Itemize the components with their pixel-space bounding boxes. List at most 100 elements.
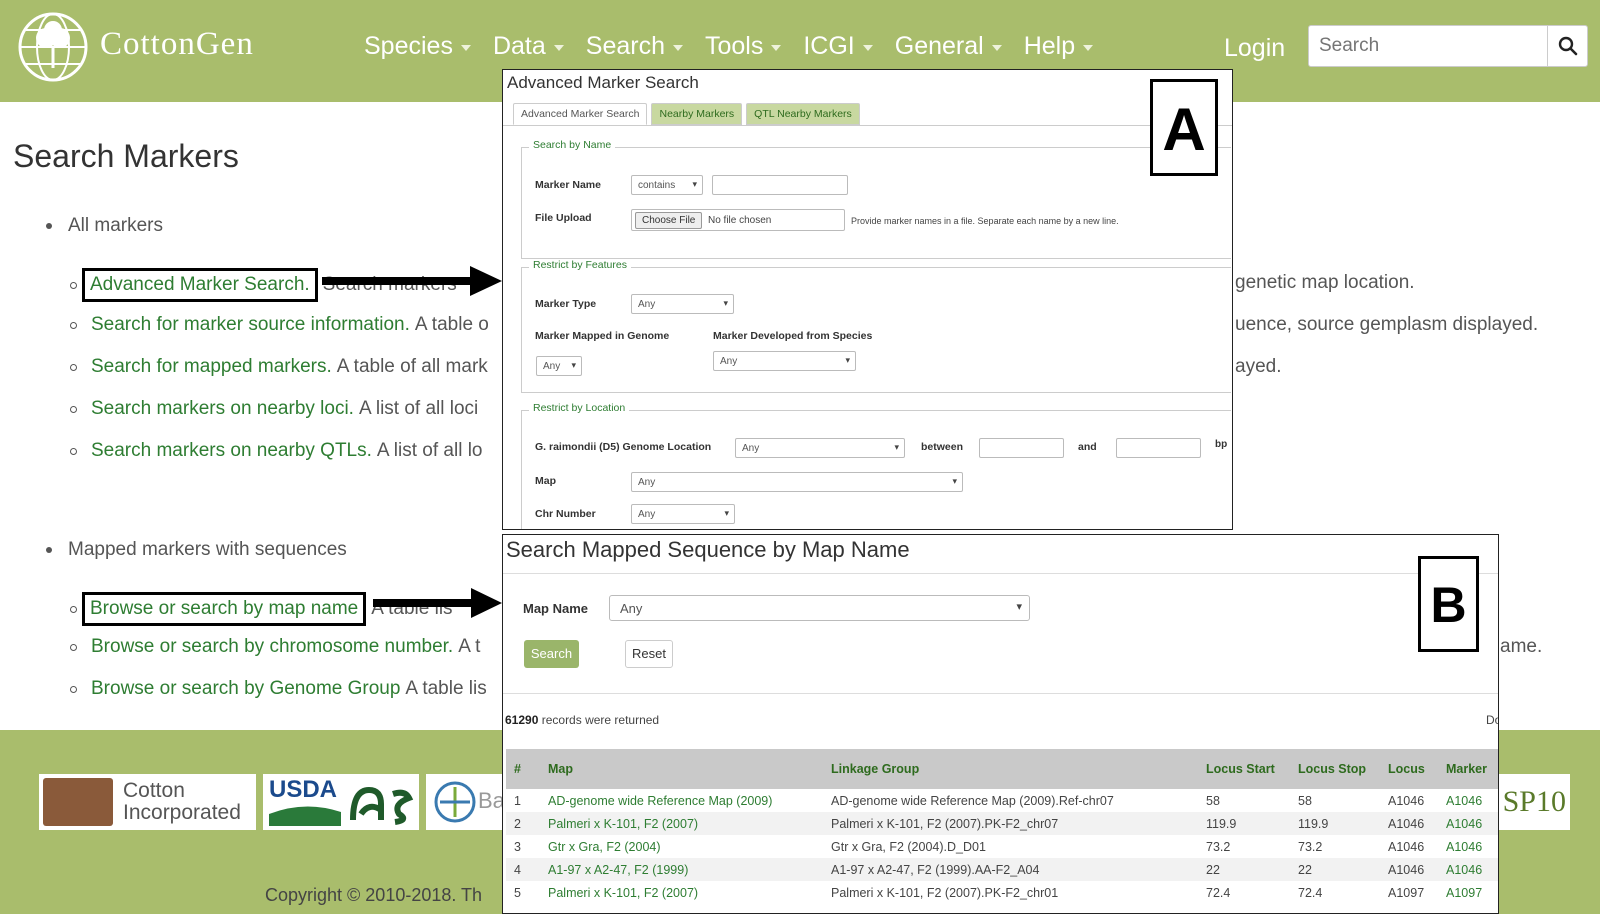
location-end-input[interactable] (1116, 438, 1201, 458)
map-select[interactable]: Any (631, 472, 963, 492)
brand-name[interactable]: CottonGen (100, 26, 254, 63)
col-map[interactable]: Map (540, 749, 823, 789)
caret-down-icon (991, 45, 1002, 51)
list-item: Browse or search by chromosome number. A… (70, 636, 480, 658)
circle-bullet-icon (70, 685, 77, 693)
map-link[interactable]: Gtr x Gra, F2 (2004) (540, 835, 823, 858)
nav-general[interactable]: General (895, 32, 1002, 61)
record-count: 61290 records were returned (505, 713, 660, 727)
developed-species-select[interactable]: Any (713, 351, 856, 371)
cotton-boll-icon (43, 778, 113, 826)
table-header-row: # Map Linkage Group Locus Start Locus St… (506, 749, 1498, 789)
mapped-genome-select[interactable]: Any (536, 356, 582, 376)
main-nav: Species Data Search Tools ICGI General H… (364, 32, 1115, 61)
circle-bullet-icon (70, 643, 77, 651)
nav-species[interactable]: Species (364, 32, 471, 61)
magnifier-icon (1558, 36, 1577, 56)
browse-by-genome-group-link[interactable]: Browse or search by Genome Group (91, 678, 400, 700)
circle-bullet-icon (70, 447, 77, 455)
nav-help[interactable]: Help (1024, 32, 1094, 61)
table-row: 5 Palmeri x K-101, F2 (2007) Palmeri x K… (506, 881, 1498, 904)
browse-by-chromosome-link[interactable]: Browse or search by chromosome number. (91, 636, 453, 658)
desc-fragment: genetic map location. (1235, 272, 1415, 293)
tab-qtl-nearby-markers[interactable]: QTL Nearby Markers (746, 103, 860, 125)
browse-by-map-name-link[interactable]: Browse or search by map name (82, 592, 367, 626)
map-link[interactable]: Palmeri x K-101, F2 (2007) (540, 812, 823, 835)
usda-ars-logo[interactable]: USDA (263, 774, 419, 830)
login-link[interactable]: Login (1224, 34, 1285, 63)
marker-link[interactable]: A1046 (1438, 789, 1498, 812)
section-all-markers: All markers (46, 215, 163, 237)
marker-type-select[interactable]: Any (631, 294, 734, 314)
col-locus[interactable]: Locus (1380, 749, 1438, 789)
section-mapped-markers: Mapped markers with sequences (46, 539, 347, 561)
marker-link[interactable]: A1046 (1438, 835, 1498, 858)
cotton-incorporated-logo[interactable]: Cotton Incorporated (39, 774, 256, 830)
nearby-qtls-link[interactable]: Search markers on nearby QTLs. (91, 440, 372, 462)
results-table: # Map Linkage Group Locus Start Locus St… (506, 749, 1498, 904)
location-start-input[interactable] (979, 438, 1064, 458)
circle-bullet-icon (70, 405, 77, 413)
tab-advanced-marker-search[interactable]: Advanced Marker Search (513, 103, 648, 125)
nav-icgi[interactable]: ICGI (803, 32, 873, 61)
col-marker[interactable]: Marker (1438, 749, 1498, 789)
nav-tools[interactable]: Tools (705, 32, 782, 61)
bullet-icon (46, 223, 52, 229)
desc-fragment: ame. (1500, 636, 1543, 657)
col-number[interactable]: # (506, 749, 540, 789)
cottongen-logo-icon[interactable] (16, 10, 90, 84)
site-search-input[interactable] (1309, 26, 1549, 66)
bayer-logo[interactable]: Ba (426, 774, 506, 830)
download-link-fragment[interactable]: Do (1486, 713, 1498, 727)
table-row: 2 Palmeri x K-101, F2 (2007) Palmeri x K… (506, 812, 1498, 835)
map-link[interactable]: AD-genome wide Reference Map (2009) (540, 789, 823, 812)
marker-source-link[interactable]: Search for marker source information. (91, 314, 410, 336)
figure-label-a: A (1150, 79, 1218, 176)
arrow-right-icon (322, 266, 502, 296)
panel-tabs: Advanced Marker Search Nearby Markers QT… (513, 103, 864, 125)
marker-name-input[interactable] (712, 175, 848, 195)
bayer-cross-icon (434, 781, 476, 823)
caret-down-icon (553, 45, 564, 51)
map-link[interactable]: Palmeri x K-101, F2 (2007) (540, 881, 823, 904)
marker-link[interactable]: A1097 (1438, 881, 1498, 904)
figure-label-b: B (1418, 556, 1479, 652)
ars-logo-icon (350, 786, 414, 825)
list-item: Browse or search by Genome Group A table… (70, 678, 487, 700)
marker-name-operator-select[interactable]: contains (631, 175, 703, 195)
genome-location-select[interactable]: Any (735, 438, 905, 458)
tab-nearby-markers[interactable]: Nearby Markers (651, 103, 743, 125)
reset-button[interactable]: Reset (625, 640, 673, 668)
desc-fragment: ayed. (1235, 356, 1282, 377)
mapped-markers-link[interactable]: Search for mapped markers. (91, 356, 332, 378)
table-row: 3 Gtr x Gra, F2 (2004) Gtr x Gra, F2 (20… (506, 835, 1498, 858)
advanced-marker-search-link[interactable]: Advanced Marker Search. (82, 268, 318, 302)
search-button[interactable]: Search (524, 640, 579, 668)
page-title: Search Markers (13, 138, 239, 174)
col-locus-start[interactable]: Locus Start (1198, 749, 1290, 789)
list-item: Search for mapped markers. A table of al… (70, 356, 488, 378)
marker-link[interactable]: A1046 (1438, 812, 1498, 835)
marker-link[interactable]: A1046 (1438, 858, 1498, 881)
list-item: Search for marker source information. A … (70, 314, 489, 336)
sp10-logo[interactable]: SP10 (1498, 774, 1570, 830)
caret-down-icon (771, 45, 782, 51)
copyright-text: Copyright © 2010-2018. Th (265, 885, 483, 905)
search-button[interactable] (1547, 26, 1587, 66)
circle-bullet-icon (70, 321, 77, 329)
fieldset-restrict-by-location (521, 410, 1231, 529)
bullet-icon (46, 547, 52, 553)
list-item: Search markers on nearby QTLs. A list of… (70, 440, 483, 462)
chr-number-select[interactable]: Any (631, 504, 735, 524)
col-locus-stop[interactable]: Locus Stop (1290, 749, 1380, 789)
caret-down-icon (672, 45, 683, 51)
map-name-select[interactable]: Any (609, 595, 1030, 621)
circle-bullet-icon (70, 281, 77, 289)
col-linkage-group[interactable]: Linkage Group (823, 749, 1198, 789)
nearby-loci-link[interactable]: Search markers on nearby loci. (91, 398, 354, 420)
choose-file-button[interactable]: Choose File (635, 212, 703, 229)
nav-data[interactable]: Data (493, 32, 564, 61)
advanced-marker-search-panel: Advanced Marker Search Advanced Marker S… (502, 69, 1233, 530)
nav-search[interactable]: Search (586, 32, 683, 61)
map-link[interactable]: A1-97 x A2-47, F2 (1999) (540, 858, 823, 881)
